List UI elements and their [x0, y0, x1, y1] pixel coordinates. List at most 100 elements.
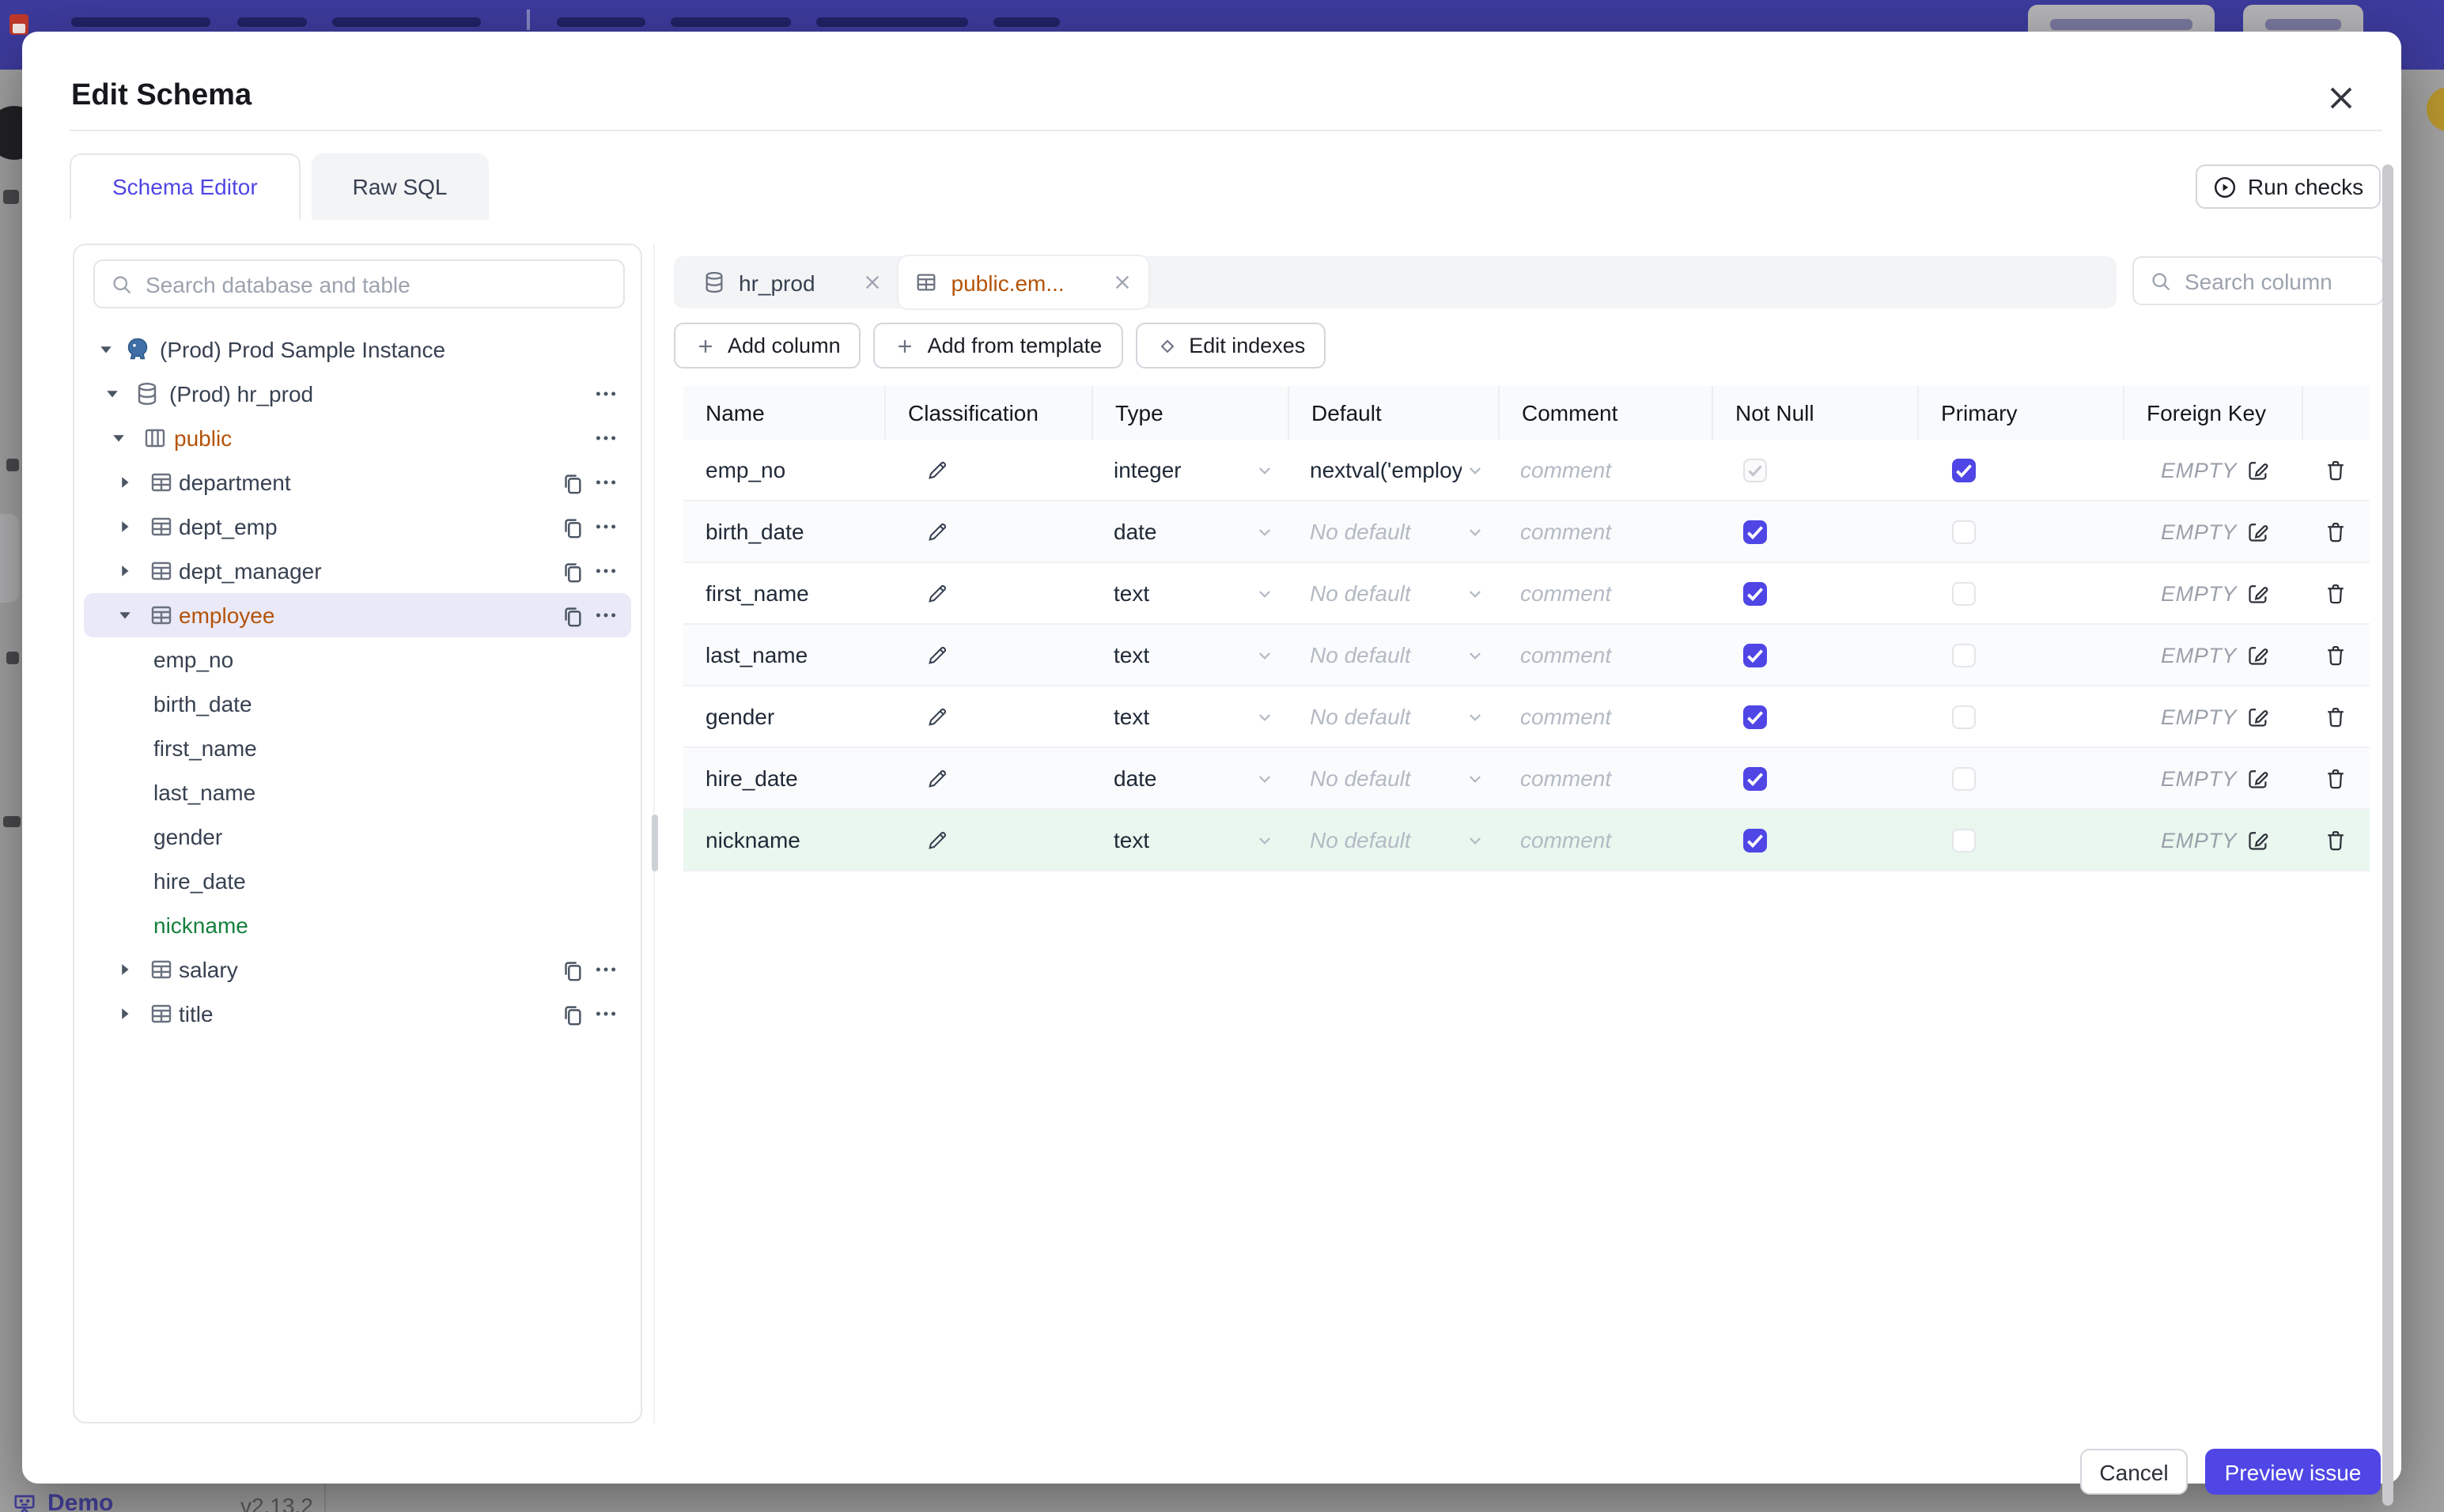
- foreign-key-cell[interactable]: EMPTY: [2123, 748, 2302, 808]
- tab-chip-hr-prod[interactable]: hr_prod: [687, 256, 899, 308]
- comment-input[interactable]: comment: [1498, 501, 1712, 561]
- comment-input[interactable]: comment: [1498, 810, 1712, 870]
- column-name-value[interactable]: first_name: [706, 580, 809, 606]
- tree-item-dept_manager[interactable]: dept_manager: [84, 549, 631, 593]
- edit-indexes-button[interactable]: Edit indexes: [1135, 323, 1326, 369]
- type-select[interactable]: text: [1091, 686, 1288, 747]
- classification-edit-icon[interactable]: [925, 705, 949, 728]
- not-null-checkbox[interactable]: [1743, 705, 1767, 728]
- tree-item-employee[interactable]: employee: [84, 593, 631, 637]
- copy-icon[interactable]: [560, 471, 584, 494]
- delete-column-icon[interactable]: [2324, 458, 2348, 482]
- not-null-checkbox[interactable]: [1743, 581, 1767, 605]
- delete-column-icon[interactable]: [2324, 828, 2348, 852]
- column-name-value[interactable]: last_name: [706, 642, 808, 667]
- default-select[interactable]: No default: [1288, 501, 1498, 561]
- tree-item-public[interactable]: public: [84, 416, 631, 460]
- tree-item-dept_emp[interactable]: dept_emp: [84, 505, 631, 549]
- delete-column-icon[interactable]: [2324, 643, 2348, 667]
- panel-resize-handle[interactable]: [652, 815, 658, 871]
- classification-edit-icon[interactable]: [925, 458, 949, 482]
- more-actions-icon[interactable]: [593, 603, 619, 628]
- primary-checkbox[interactable]: [1952, 643, 1976, 667]
- preview-issue-button[interactable]: Preview issue: [2205, 1449, 2381, 1495]
- add-from-template-button[interactable]: Add from template: [873, 323, 1123, 369]
- more-actions-icon[interactable]: [593, 957, 619, 982]
- default-select[interactable]: nextval('employ: [1288, 440, 1498, 500]
- type-select[interactable]: text: [1091, 625, 1288, 685]
- more-actions-icon[interactable]: [593, 1001, 619, 1026]
- chevron-right-caret-icon[interactable]: [115, 960, 134, 979]
- tree-item-emp_no[interactable]: emp_no: [84, 637, 631, 682]
- chevron-right-caret-icon[interactable]: [115, 517, 134, 536]
- close-icon[interactable]: [2325, 82, 2357, 114]
- default-select[interactable]: No default: [1288, 686, 1498, 747]
- type-select[interactable]: date: [1091, 748, 1288, 808]
- tree-item-nickname[interactable]: nickname: [84, 903, 631, 947]
- foreign-key-cell[interactable]: EMPTY: [2123, 625, 2302, 685]
- type-select[interactable]: text: [1091, 563, 1288, 623]
- primary-checkbox[interactable]: [1952, 766, 1976, 790]
- delete-column-icon[interactable]: [2324, 581, 2348, 605]
- chevron-down-caret-icon[interactable]: [103, 384, 122, 403]
- chevron-right-caret-icon[interactable]: [115, 1004, 134, 1023]
- more-actions-icon[interactable]: [593, 514, 619, 539]
- type-select[interactable]: text: [1091, 810, 1288, 870]
- copy-icon[interactable]: [560, 515, 584, 539]
- classification-edit-icon[interactable]: [925, 520, 949, 543]
- chevron-right-caret-icon[interactable]: [115, 561, 134, 580]
- delete-column-icon[interactable]: [2324, 766, 2348, 790]
- tree-item--prod-hr_prod[interactable]: (Prod) hr_prod: [84, 372, 631, 416]
- delete-column-icon[interactable]: [2324, 705, 2348, 728]
- type-select[interactable]: integer: [1091, 440, 1288, 500]
- tree-item-department[interactable]: department: [84, 460, 631, 505]
- foreign-key-cell[interactable]: EMPTY: [2123, 501, 2302, 561]
- default-select[interactable]: No default: [1288, 748, 1498, 808]
- chevron-down-caret-icon[interactable]: [96, 340, 115, 359]
- type-select[interactable]: date: [1091, 501, 1288, 561]
- more-actions-icon[interactable]: [593, 558, 619, 584]
- more-actions-icon[interactable]: [593, 381, 619, 406]
- column-name-value[interactable]: emp_no: [706, 457, 785, 482]
- column-name-value[interactable]: gender: [706, 704, 774, 729]
- tab-raw-sql[interactable]: Raw SQL: [311, 153, 489, 220]
- comment-input[interactable]: comment: [1498, 686, 1712, 747]
- edit-foreign-key-icon[interactable]: [2246, 828, 2270, 852]
- copy-icon[interactable]: [560, 603, 584, 627]
- chevron-down-caret-icon[interactable]: [115, 606, 134, 625]
- primary-checkbox[interactable]: [1952, 828, 1976, 852]
- chevron-down-caret-icon[interactable]: [109, 429, 128, 448]
- add-column-button[interactable]: Add column: [674, 323, 861, 369]
- edit-foreign-key-icon[interactable]: [2246, 705, 2270, 728]
- not-null-checkbox[interactable]: [1743, 766, 1767, 790]
- more-actions-icon[interactable]: [593, 470, 619, 495]
- column-name-value[interactable]: hire_date: [706, 765, 798, 791]
- not-null-checkbox[interactable]: [1743, 828, 1767, 852]
- primary-checkbox[interactable]: [1952, 520, 1976, 543]
- column-name-value[interactable]: birth_date: [706, 519, 804, 544]
- primary-checkbox[interactable]: [1952, 705, 1976, 728]
- foreign-key-cell[interactable]: EMPTY: [2123, 440, 2302, 500]
- delete-column-icon[interactable]: [2324, 520, 2348, 543]
- edit-foreign-key-icon[interactable]: [2246, 766, 2270, 790]
- foreign-key-cell[interactable]: EMPTY: [2123, 810, 2302, 870]
- edit-foreign-key-icon[interactable]: [2246, 458, 2270, 482]
- copy-icon[interactable]: [560, 958, 584, 981]
- cancel-button[interactable]: Cancel: [2080, 1449, 2188, 1495]
- comment-input[interactable]: comment: [1498, 748, 1712, 808]
- classification-edit-icon[interactable]: [925, 766, 949, 790]
- comment-input[interactable]: comment: [1498, 625, 1712, 685]
- edit-foreign-key-icon[interactable]: [2246, 643, 2270, 667]
- classification-edit-icon[interactable]: [925, 828, 949, 852]
- tree-search-input[interactable]: Search database and table: [93, 259, 625, 308]
- edit-foreign-key-icon[interactable]: [2246, 581, 2270, 605]
- tab-chip-public-employee[interactable]: public.em...: [899, 256, 1148, 308]
- run-checks-button[interactable]: Run checks: [2196, 164, 2381, 209]
- tab-schema-editor[interactable]: Schema Editor: [70, 153, 301, 220]
- tree-item-gender[interactable]: gender: [84, 815, 631, 859]
- primary-checkbox[interactable]: [1952, 458, 1976, 482]
- tree-item-hire_date[interactable]: hire_date: [84, 859, 631, 903]
- classification-edit-icon[interactable]: [925, 581, 949, 605]
- tree-item-last_name[interactable]: last_name: [84, 770, 631, 815]
- column-name-value[interactable]: nickname: [706, 827, 800, 852]
